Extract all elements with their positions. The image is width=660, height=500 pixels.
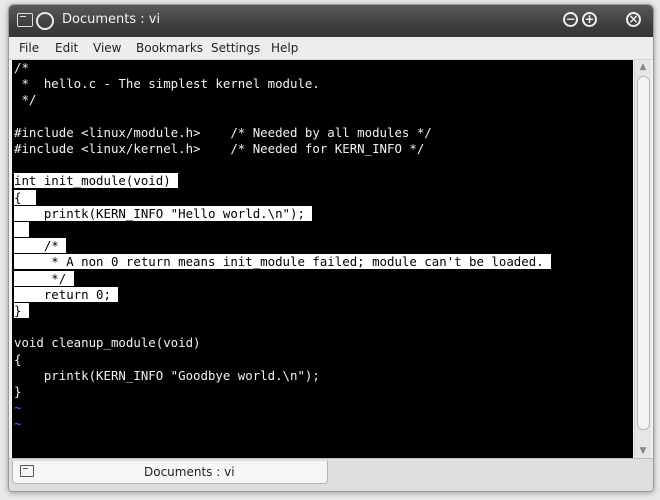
terminal-window: Documents : vi − + × File Edit View Book… bbox=[8, 4, 654, 492]
line-text: #include <linux/kernel.h> /* Needed for … bbox=[14, 141, 425, 156]
terminal-output[interactable]: /* * hello.c - The simplest kernel modul… bbox=[12, 60, 633, 458]
terminal-line: } bbox=[14, 303, 29, 319]
scroll-down-arrow-icon[interactable]: ▼ bbox=[635, 444, 651, 458]
selected-text: } bbox=[14, 303, 29, 318]
line-text: } bbox=[14, 384, 22, 399]
terminal-line: /* bbox=[14, 238, 67, 254]
selected-text: { bbox=[14, 189, 37, 205]
vertical-scrollbar[interactable]: ▲ ▼ bbox=[634, 60, 651, 458]
selected-text bbox=[14, 222, 29, 237]
terminal-line bbox=[14, 222, 29, 238]
terminal-line: { bbox=[14, 189, 37, 206]
terminal-line: int init_module(void) bbox=[14, 173, 179, 189]
line-text: #include <linux/module.h> /* Needed by a… bbox=[14, 124, 432, 140]
line-text: */ bbox=[14, 92, 37, 108]
menu-bar: File Edit View Bookmarks Settings Help bbox=[9, 37, 653, 60]
menu-file[interactable]: File bbox=[19, 41, 39, 55]
terminal-line: /* bbox=[14, 60, 29, 76]
terminal-line: ~ bbox=[14, 400, 21, 416]
terminal-line: { bbox=[14, 352, 21, 368]
menu-bookmarks[interactable]: Bookmarks bbox=[136, 41, 203, 55]
terminal-app-icon[interactable] bbox=[17, 13, 33, 27]
terminal-tab-icon bbox=[20, 465, 34, 477]
terminal-line: void cleanup_module(void) bbox=[14, 335, 201, 351]
window-title: Documents : vi bbox=[62, 12, 161, 27]
terminal-line: */ bbox=[14, 270, 74, 287]
menu-edit[interactable]: Edit bbox=[55, 41, 78, 55]
window-menu-icon[interactable] bbox=[36, 12, 54, 30]
terminal-line: * A non 0 return means init_module faile… bbox=[14, 254, 552, 270]
empty-line-marker: ~ bbox=[14, 400, 22, 416]
selected-text: return 0; bbox=[14, 286, 119, 302]
menu-view[interactable]: View bbox=[93, 41, 121, 55]
selected-text: /* bbox=[14, 238, 67, 254]
line-text: { bbox=[14, 351, 22, 367]
close-button[interactable]: × bbox=[626, 12, 641, 27]
menu-help[interactable]: Help bbox=[271, 41, 298, 55]
minimize-button[interactable]: − bbox=[563, 12, 578, 27]
selected-text: */ bbox=[14, 270, 74, 286]
terminal-line: printk(KERN_INFO "Hello world.\n"); bbox=[14, 205, 313, 222]
terminal-line: */ bbox=[14, 92, 36, 108]
tab-label: Documents : vi bbox=[144, 465, 235, 479]
line-text: printk(KERN_INFO "Goodbye world.\n"); bbox=[14, 367, 320, 383]
scrollbar-thumb[interactable] bbox=[637, 76, 650, 430]
terminal-line: } bbox=[14, 384, 21, 400]
selected-text: * A non 0 return means init_module faile… bbox=[14, 254, 552, 270]
empty-line-marker: ~ bbox=[14, 416, 22, 432]
terminal-line: * hello.c - The simplest kernel module. bbox=[14, 76, 320, 92]
selected-text: int init_module(void) bbox=[14, 173, 179, 189]
line-text: /* bbox=[14, 60, 29, 75]
maximize-button[interactable]: + bbox=[582, 12, 597, 27]
line-text: * hello.c - The simplest kernel module. bbox=[14, 76, 320, 92]
tab-bar: Documents : vi bbox=[9, 458, 653, 491]
terminal-line: #include <linux/kernel.h> /* Needed for … bbox=[14, 141, 424, 157]
terminal-line: return 0; bbox=[14, 286, 119, 303]
title-bar[interactable]: Documents : vi − + × bbox=[9, 5, 653, 37]
tab-documents-vi[interactable]: Documents : vi bbox=[12, 461, 328, 484]
terminal-line: printk(KERN_INFO "Goodbye world.\n"); bbox=[14, 368, 320, 384]
terminal-line: ~ bbox=[14, 416, 21, 432]
terminal-line: #include <linux/module.h> /* Needed by a… bbox=[14, 125, 432, 141]
menu-settings[interactable]: Settings bbox=[211, 41, 260, 55]
scroll-up-arrow-icon[interactable]: ▲ bbox=[635, 60, 651, 74]
line-text: void cleanup_module(void) bbox=[14, 335, 201, 351]
selected-text: printk(KERN_INFO "Hello world.\n"); bbox=[14, 205, 313, 221]
